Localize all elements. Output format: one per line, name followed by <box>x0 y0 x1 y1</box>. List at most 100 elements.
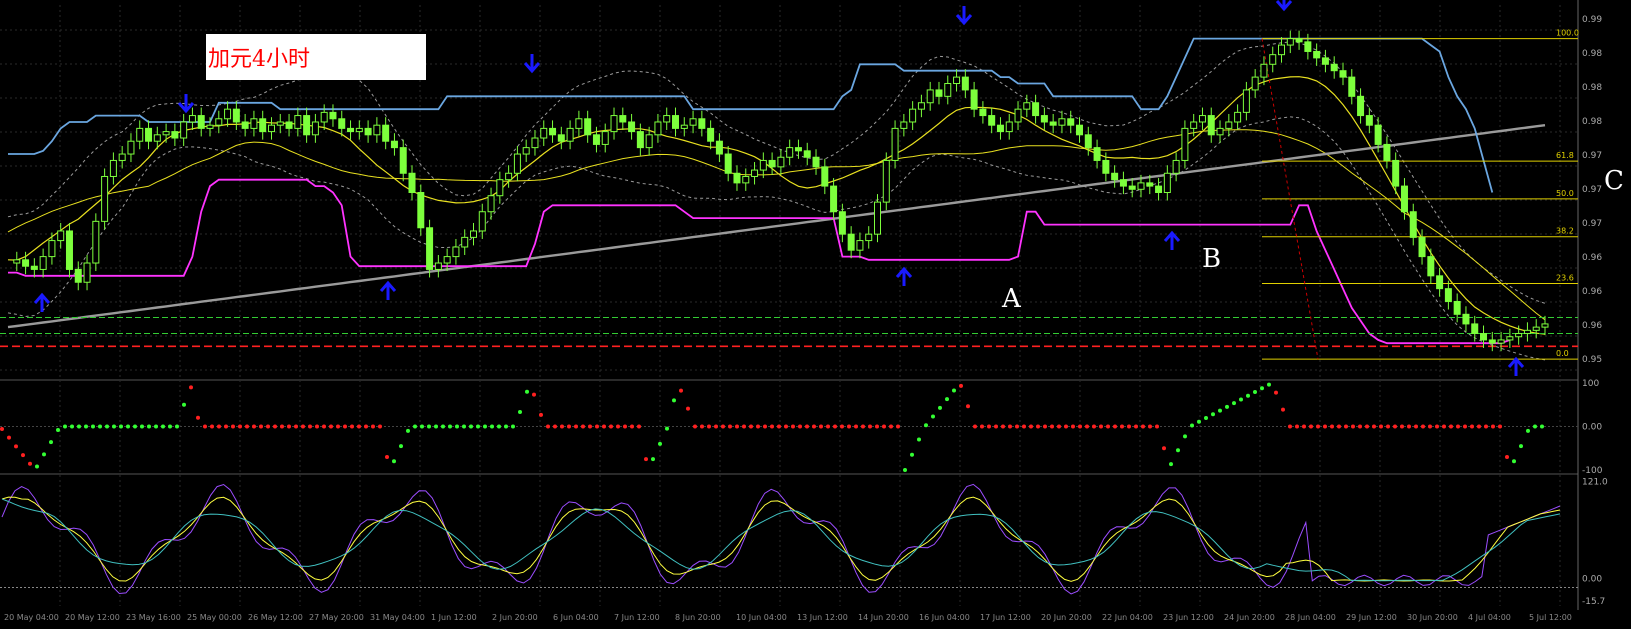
candle-body <box>320 111 328 123</box>
oscillator-dot <box>294 424 298 429</box>
oscillator-dot <box>1428 424 1432 429</box>
oscillator-dot <box>1316 424 1320 429</box>
oscillator-dot <box>1141 424 1145 429</box>
chart-area: 0.99 0.98 0.98 0.98 0.97 0.97 0.97 0.96 0.96 0.96… <box>0 0 1631 625</box>
oscillator-dot <box>609 424 613 429</box>
oscillator-dot <box>1351 424 1355 429</box>
oscillator-dot <box>315 424 319 429</box>
oscillator-dot <box>889 424 893 429</box>
candle-body <box>1418 236 1426 258</box>
price-tick-label: 0.97 <box>1582 151 1602 161</box>
candle-body <box>812 156 820 168</box>
time-tick-label: 20 Jun 20:00 <box>1041 613 1092 622</box>
chart-title: 加元4小时 <box>208 47 310 72</box>
candle-body <box>900 121 908 129</box>
candle-body <box>1040 115 1048 123</box>
oscillator-dot <box>525 389 529 394</box>
candle-body <box>1497 339 1505 344</box>
oscillator-dot <box>1043 424 1047 429</box>
candle-body <box>1190 121 1198 129</box>
oscillator-dot <box>931 414 935 419</box>
oscillator-dot <box>224 424 228 429</box>
oscillator-dot <box>252 424 256 429</box>
oscillator-dot <box>679 388 683 393</box>
oscillator-dot <box>588 424 592 429</box>
candle-body <box>1198 115 1206 123</box>
time-tick-label: 13 Jun 12:00 <box>797 613 848 622</box>
oscillator-dot <box>616 424 620 429</box>
candle-body <box>505 172 513 181</box>
time-tick-label: 24 Jun 20:00 <box>1224 613 1275 622</box>
candle-body <box>329 111 337 120</box>
candle-body <box>961 76 969 91</box>
candle-body <box>215 118 223 126</box>
oscillator-dot <box>490 424 494 429</box>
candle-body <box>768 159 776 168</box>
candle-body <box>707 127 715 142</box>
oscillator-dot <box>1302 424 1306 429</box>
candle-body <box>1383 143 1391 161</box>
candle-body <box>715 140 723 155</box>
oscillator-dot <box>945 397 949 402</box>
candle-body <box>1032 102 1040 117</box>
candle-body <box>426 227 434 270</box>
candle-body <box>1488 339 1496 344</box>
candle-body <box>566 127 574 142</box>
oscillator-dot <box>686 406 690 411</box>
candle-body <box>584 118 592 136</box>
candle-body <box>1146 182 1154 187</box>
oscillator-dot <box>833 424 837 429</box>
oscillator-dot <box>385 454 389 459</box>
candle-body <box>838 211 846 235</box>
candle-body <box>1365 115 1373 126</box>
oscillator-dot <box>322 424 326 429</box>
oscillator-dot <box>56 427 60 432</box>
candle-body <box>1181 127 1189 161</box>
candle-body <box>856 240 864 251</box>
oscillator-dot <box>672 398 676 403</box>
oscillator-dot <box>63 424 67 429</box>
time-tick-label: 14 Jun 20:00 <box>858 613 909 622</box>
price-tick-label: 0.98 <box>1582 49 1602 59</box>
oscillator-dot <box>1078 424 1082 429</box>
fibonacci-level-label: 0.0 <box>1556 349 1569 358</box>
candle-body <box>882 159 890 203</box>
candle-body <box>65 230 73 270</box>
time-tick-label: 29 Jun 12:00 <box>1346 613 1397 622</box>
candle-body <box>1480 333 1488 341</box>
oscillator-dot <box>28 461 32 466</box>
candle-body <box>909 108 917 123</box>
candle-body <box>1076 124 1084 136</box>
chart-svg: 0.99 0.98 0.98 0.98 0.97 0.97 0.97 0.96 0.96 0.96… <box>0 0 1631 625</box>
candle-body <box>1286 38 1294 46</box>
candle-body <box>197 115 205 129</box>
oscillator-dot <box>1421 424 1425 429</box>
oscillator-dot <box>476 424 480 429</box>
time-tick-label: 28 Jun 04:00 <box>1285 613 1336 622</box>
oscillator-dot <box>826 424 830 429</box>
candle-body <box>109 159 117 177</box>
candle-body <box>74 268 82 283</box>
oscillator-dot <box>1225 404 1229 409</box>
candle-body <box>724 153 732 174</box>
oscillator-dot <box>1463 424 1467 429</box>
oscillator-dot <box>1113 424 1117 429</box>
candle-body <box>917 102 925 110</box>
time-tick-label: 27 May 20:00 <box>309 613 364 622</box>
oscillator-dot <box>329 424 333 429</box>
candle-body <box>39 256 47 270</box>
oscillator-dot <box>1533 424 1537 429</box>
candle-body <box>1225 121 1233 129</box>
oscillator-dot <box>910 452 914 457</box>
candle-body <box>830 185 838 213</box>
fibonacci-level-label: 100.0 <box>1556 29 1579 38</box>
candle-body <box>57 230 65 242</box>
candle-body <box>1137 182 1145 190</box>
oscillator-dot <box>1162 446 1166 451</box>
oscillator-dot <box>938 405 942 410</box>
oscillator-dot <box>266 424 270 429</box>
candle-body <box>1049 121 1057 126</box>
oscillator-dot <box>756 424 760 429</box>
oscillator-dot <box>784 424 788 429</box>
oscillator-dot <box>238 424 242 429</box>
